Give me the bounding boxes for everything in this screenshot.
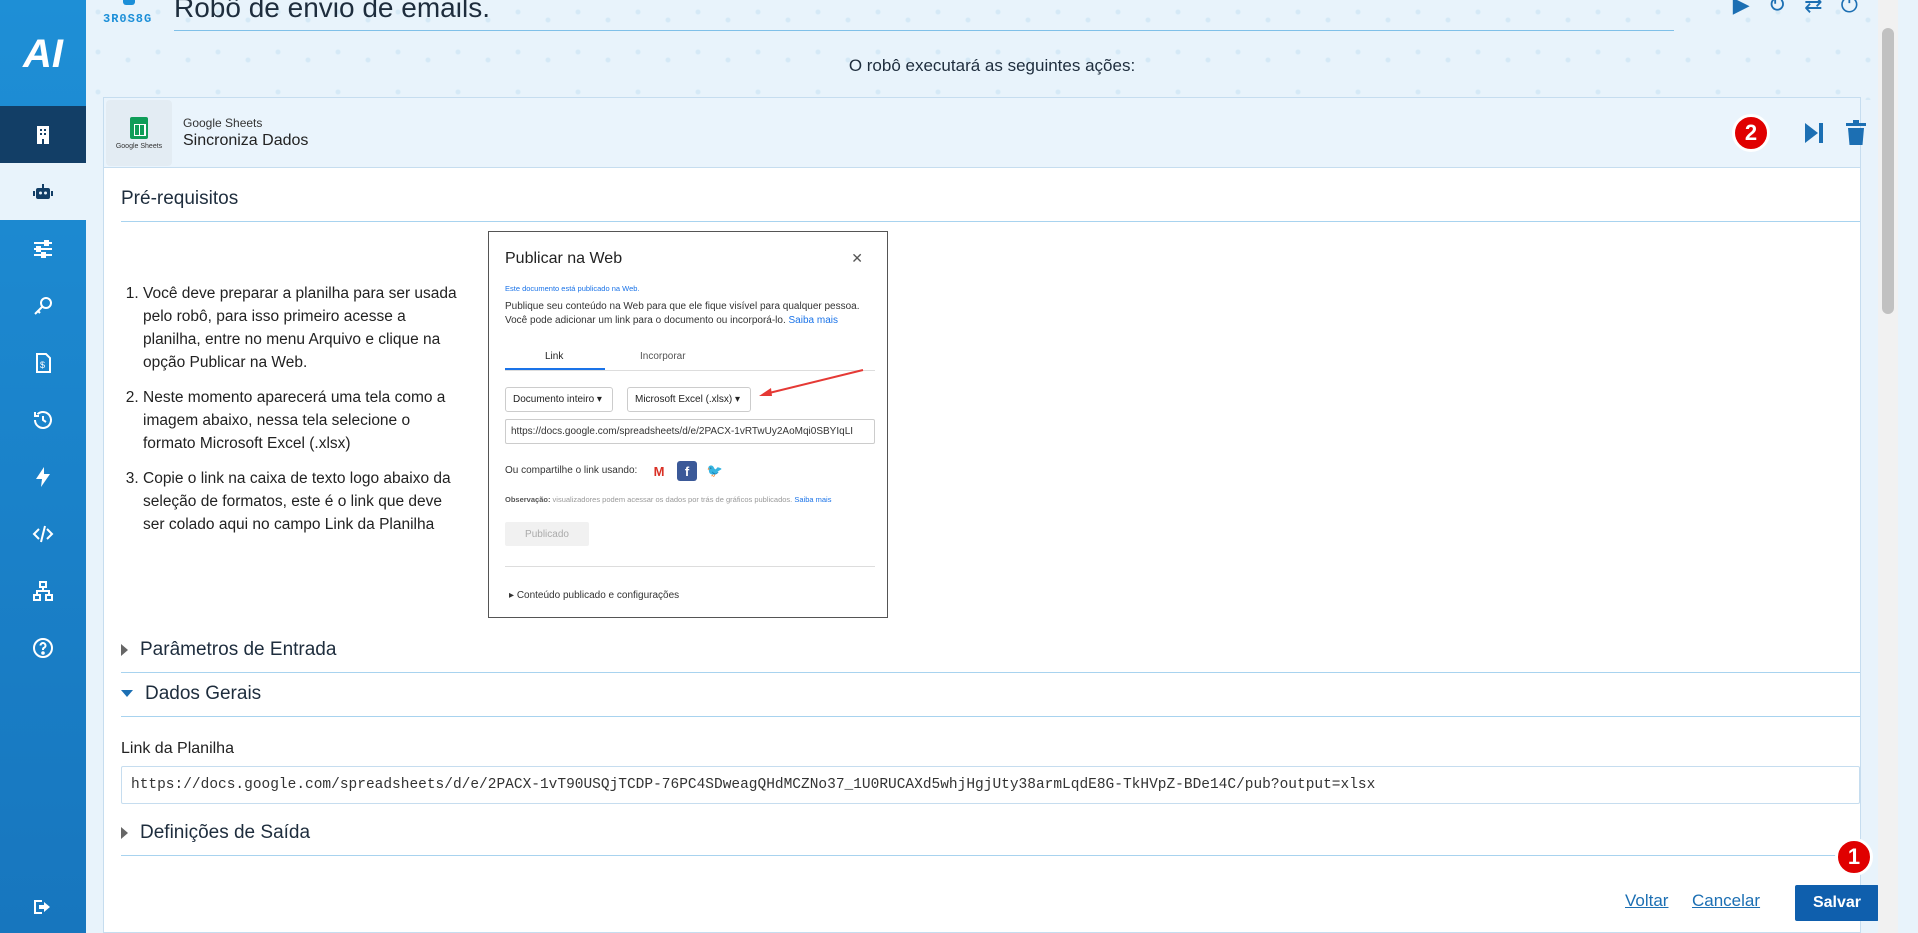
code-icon[interactable] [0,505,86,562]
published-note: Este documento está publicado na Web. [505,284,640,293]
play-icon[interactable]: ▶ [1733,0,1750,18]
app-logo[interactable]: AI [0,26,86,82]
step-actions [1802,119,1868,147]
robot-icon[interactable] [0,163,86,220]
section-general-data[interactable]: Dados Gerais [121,683,261,705]
learn-more-link: Saiba mais [788,315,838,326]
sliders-icon[interactable] [0,220,86,277]
tab-embed: Incorporar [640,351,686,362]
dialog-divider [505,566,875,567]
step-name: Sincroniza Dados [183,132,309,149]
google-sheets-tile: Google Sheets [106,100,172,166]
robot-code: 3R0S8G [103,12,153,26]
chevron-right-icon [121,643,128,656]
tab-link: Link [545,351,564,362]
top-actions: ▶ ↻ ⇄ ⏻ [1733,0,1858,18]
step-forward-icon[interactable] [1802,119,1826,147]
chevron-down-icon [121,690,133,698]
section-divider [121,672,1860,673]
save-button[interactable]: Salvar [1795,885,1879,921]
published-button: Publicado [505,522,589,546]
red-arrow-icon [759,369,864,396]
list-item: Copie o link na caixa de texto logo abai… [143,467,459,536]
close-icon: ✕ [851,250,863,266]
cancel-link[interactable]: Cancelar [1692,891,1760,911]
prereq-list: Você deve preparar a planilha para ser u… [123,282,459,548]
page-title: Robô de envio de emails. [174,0,490,23]
prereq-title: Pré-requisitos [121,188,239,209]
list-item: Você deve preparar a planilha para ser u… [143,282,459,374]
spreadsheet-link-input[interactable]: https://docs.google.com/spreadsheets/d/e… [121,766,1860,804]
dialog-description: Publique seu conteúdo na Web para que el… [505,301,860,326]
annotation-badge-1: 1 [1835,838,1873,876]
swap-icon[interactable]: ⇄ [1804,0,1822,18]
help-icon[interactable] [0,619,86,676]
actions-subtitle: O robô executará as seguintes ações: [848,56,1136,75]
share-label: Ou compartilhe o link usando: [505,465,638,476]
logout-icon[interactable] [0,885,86,929]
scroll-thumb[interactable] [1882,28,1894,314]
twitter-icon: 🐦 [706,463,724,478]
prereq-divider [121,221,1860,222]
section-input-params[interactable]: Parâmetros de Entrada [121,639,336,661]
tile-label: Google Sheets [115,142,163,150]
sidebar: AI $ [0,0,86,933]
svg-text:$: $ [40,360,45,370]
section-divider [121,716,1860,717]
google-sheets-icon [130,116,148,139]
bolt-icon[interactable] [0,448,86,505]
gmail-icon: M [653,463,665,479]
doc-select: Documento inteiro ▾ [505,387,613,412]
section-divider [121,855,1860,856]
back-link[interactable]: Voltar [1625,891,1668,911]
share-icons: M f 🐦 [649,461,725,481]
publish-web-screenshot: Publicar na Web ✕ Este documento está pu… [488,231,888,618]
section-output-defs[interactable]: Definições de Saída [121,822,310,844]
title-underline [174,30,1674,31]
dialog-title: Publicar na Web [505,250,623,267]
list-item: Neste momento aparecerá uma tela como a … [143,386,459,455]
top-bar: 3R0S8G Robô de envio de emails. ▶ ↻ ⇄ ⏻ [86,0,1898,40]
building-icon[interactable] [0,106,86,163]
tab-underline [505,368,605,370]
power-icon[interactable]: ⏻ [1841,0,1858,18]
invoice-icon[interactable]: $ [0,334,86,391]
step-card: Google Sheets Google Sheets Sincroniza D… [103,97,1879,933]
refresh-icon[interactable]: ↻ [1768,0,1786,18]
format-select: Microsoft Excel (.xlsx) ▾ [627,387,751,412]
chevron-right-icon [121,826,128,839]
link-label: Link da Planilha [121,740,234,757]
key-icon[interactable] [0,277,86,334]
published-settings: ▸ Conteúdo publicado e configurações [509,590,680,601]
step-header[interactable]: Google Sheets Google Sheets Sincroniza D… [104,98,1866,168]
network-icon[interactable] [0,562,86,619]
history-icon[interactable] [0,391,86,448]
main-content: 3R0S8G Robô de envio de emails. ▶ ↻ ⇄ ⏻ … [86,0,1898,933]
observation-note: Observação: visualizadores podem acessar… [505,495,832,504]
facebook-icon: f [677,461,697,481]
app-name: Google Sheets [183,116,263,130]
annotation-badge-2: 2 [1732,114,1770,152]
trash-icon[interactable] [1844,119,1868,147]
scrollbar[interactable] [1878,0,1898,933]
published-url: https://docs.google.com/spreadsheets/d/e… [505,419,875,444]
robot-avatar [123,0,135,5]
